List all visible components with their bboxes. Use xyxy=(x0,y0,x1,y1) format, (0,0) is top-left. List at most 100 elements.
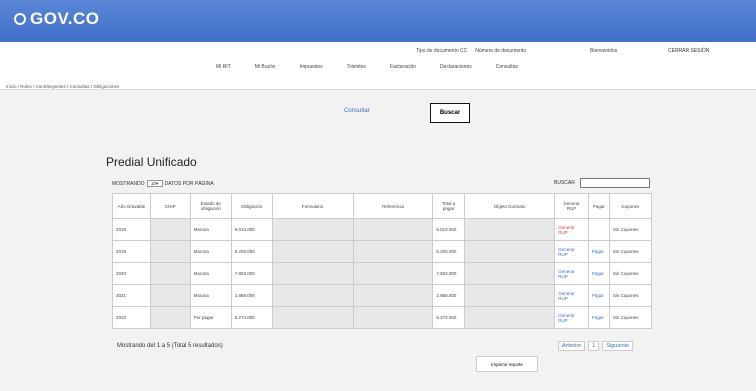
cell-cupones: Sin Cupones xyxy=(608,218,653,241)
consultar-link[interactable]: Consultar xyxy=(344,108,370,114)
cell-year: 2021 xyxy=(112,284,151,307)
col-estado: Estado de obligación xyxy=(189,193,232,219)
doc-number: Número de documento xyxy=(475,48,527,54)
table-row: 2022 Por pagar 5.274.000 5.274.000 Gener… xyxy=(112,306,653,329)
logo-text: GOV.CO xyxy=(30,9,100,28)
col-formulario: Formulario xyxy=(271,193,354,219)
pagar-link[interactable]: Pagar xyxy=(587,306,610,329)
cell-estado: Por pagar xyxy=(189,306,232,329)
cell-obligacion: 7.853.000 xyxy=(230,262,273,285)
generar-rup-link[interactable]: Generar RUP xyxy=(554,284,589,307)
generar-rup-link[interactable]: Generar RUP xyxy=(554,218,589,241)
page-size-control: MOSTRANDO 10 ▾ DATOS POR PÁGINA xyxy=(112,180,214,187)
table-row: 2020 Morosa 7.853.000 7.853.000 Generar … xyxy=(112,262,653,285)
cell-objeto xyxy=(463,284,556,307)
cell-referencia xyxy=(352,306,434,329)
col-referencia: Referencia xyxy=(352,193,434,219)
show-prefix: MOSTRANDO xyxy=(112,180,145,187)
col-ano: Año Gravable xyxy=(112,193,151,219)
page-title: Predial Unificado xyxy=(106,155,197,169)
col-obligacion: Obligación xyxy=(230,193,273,219)
cell-obligacion: 5.274.000 xyxy=(230,306,273,329)
doc-info: Tipo de documento CC Número de documento xyxy=(416,48,526,54)
cell-cupones: Sin Cupones xyxy=(608,262,653,285)
cell-objeto xyxy=(463,218,556,241)
search-label: BUSCAR xyxy=(554,180,575,186)
next-page-button[interactable]: Siguiente xyxy=(602,341,634,351)
cell-formulario xyxy=(271,218,354,241)
logout-link[interactable]: CERRAR SESIÓN xyxy=(668,48,709,54)
cell-cupones: Sin Cupones xyxy=(608,284,653,307)
gov-logo[interactable]: GOV.CO xyxy=(14,9,99,29)
cell-total: 2.868.000 xyxy=(432,284,465,307)
pagar-link[interactable] xyxy=(587,218,610,241)
cell-referencia xyxy=(352,284,434,307)
table-row: 2019 Morosa 6.200.000 6.200.000 Generar … xyxy=(112,240,653,263)
page-size-select[interactable]: 10 ▾ xyxy=(146,180,163,187)
col-generar: Generar RUP xyxy=(554,193,589,219)
nav-declaraciones[interactable]: Declaraciones xyxy=(440,64,472,70)
cell-estado: Morosa xyxy=(189,262,232,285)
cell-obligacion: 6.200.000 xyxy=(230,240,273,263)
header: Tipo de documento CC Número de documento… xyxy=(0,42,756,90)
cell-total: 5.274.000 xyxy=(432,306,465,329)
nav-mi-buzon[interactable]: Mi Buzón xyxy=(255,64,276,70)
show-suffix: DATOS POR PÁGINA xyxy=(164,180,214,187)
breadcrumb[interactable]: Inicio / Roles / Contribuyentes / Consul… xyxy=(6,84,119,89)
pagar-link[interactable]: Pagar xyxy=(587,284,610,307)
obligations-table: Año Gravable CHIP Estado de obligación O… xyxy=(112,193,653,329)
cell-obligacion: 2.868.000 xyxy=(230,284,273,307)
col-objeto: Objeto Contrato xyxy=(463,193,556,219)
cell-referencia xyxy=(352,240,434,263)
nav-impuestos[interactable]: Impuestos xyxy=(300,64,323,70)
cell-cupones: Sin Cupones xyxy=(608,306,653,329)
main-nav: Mi RIT Mi Buzón Impuestos Trámites Factu… xyxy=(216,64,542,70)
results-summary: Mostrando del 1 a 5 (Total 5 resultados) xyxy=(117,343,223,349)
pagar-link[interactable]: Pagar xyxy=(587,262,610,285)
cell-total: 6.200.000 xyxy=(432,240,465,263)
cell-formulario xyxy=(271,284,354,307)
table-row: 2018 Morosa 5.013.000 5.013.000 Generar … xyxy=(112,218,653,241)
cell-estado: Morosa xyxy=(189,240,232,263)
cell-year: 2019 xyxy=(112,240,151,263)
nav-facturacion[interactable]: Facturación xyxy=(390,64,416,70)
nav-tramites[interactable]: Trámites xyxy=(347,64,366,70)
pagar-link[interactable]: Pagar xyxy=(587,240,610,263)
cell-total: 5.013.000 xyxy=(432,218,465,241)
cell-total: 7.853.000 xyxy=(432,262,465,285)
nav-consultas[interactable]: Consultas xyxy=(496,64,518,70)
cell-year: 2018 xyxy=(112,218,151,241)
col-total: Total a pagar xyxy=(432,193,465,219)
cell-estado: Morosa xyxy=(189,218,232,241)
cell-referencia xyxy=(352,262,434,285)
cell-chip xyxy=(149,306,191,329)
col-chip: CHIP xyxy=(149,193,191,219)
buscar-button[interactable]: Buscar xyxy=(430,103,470,123)
cell-objeto xyxy=(463,262,556,285)
generar-rup-link[interactable]: Generar RUP xyxy=(554,262,589,285)
pagination: Anterior 1 Siguiente xyxy=(558,341,634,351)
top-bar: GOV.CO xyxy=(0,0,756,42)
table-header-row: Año Gravable CHIP Estado de obligación O… xyxy=(112,193,653,219)
cell-estado: Morosa xyxy=(189,284,232,307)
cell-year: 2020 xyxy=(112,262,151,285)
prev-page-button[interactable]: Anterior xyxy=(558,341,586,351)
col-cupones: Cupones xyxy=(608,193,653,219)
cell-obligacion: 5.013.000 xyxy=(230,218,273,241)
generar-rup-link[interactable]: Generar RUP xyxy=(554,240,589,263)
nav-mi-rit[interactable]: Mi RIT xyxy=(216,64,231,70)
cell-objeto xyxy=(463,240,556,263)
cell-formulario xyxy=(271,262,354,285)
cell-cupones: Sin Cupones xyxy=(608,240,653,263)
page-number-button[interactable]: 1 xyxy=(588,341,600,351)
search-input[interactable] xyxy=(580,178,650,188)
col-pagar: Pagar xyxy=(587,193,610,219)
cell-formulario xyxy=(271,240,354,263)
cell-chip xyxy=(149,218,191,241)
cell-chip xyxy=(149,262,191,285)
cell-chip xyxy=(149,284,191,307)
generar-rup-link[interactable]: Generar RUP xyxy=(554,306,589,329)
table-row: 2021 Morosa 2.868.000 2.868.000 Generar … xyxy=(112,284,653,307)
cell-year: 2022 xyxy=(112,306,151,329)
print-report-button[interactable]: Imprimir reporte xyxy=(476,356,538,372)
